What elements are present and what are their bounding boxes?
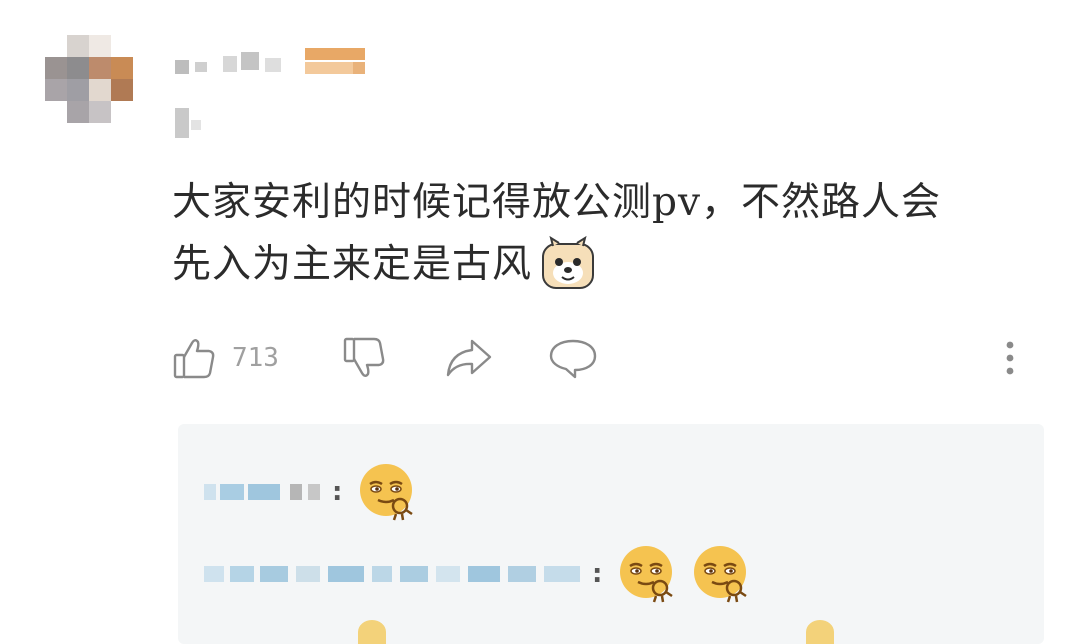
reply-item[interactable]: : xyxy=(204,544,764,604)
username-blurred[interactable] xyxy=(175,48,375,78)
post-meta-blurred xyxy=(175,106,205,138)
ok-hand-smirk-emoji xyxy=(360,464,414,521)
thumbs-up-icon xyxy=(173,339,215,379)
reply-item[interactable]: : xyxy=(204,462,430,522)
reply-separator: : xyxy=(332,477,343,507)
comment-action-bar: 713 xyxy=(172,330,1032,386)
reply-username-blurred[interactable] xyxy=(204,562,584,586)
comment-line-2: 先入为主来定是古风 xyxy=(172,234,1052,296)
reply-bubble-icon xyxy=(549,339,597,379)
comment-line-2-text: 先入为主来定是古风 xyxy=(172,242,533,287)
share-button[interactable] xyxy=(444,330,494,386)
thumbs-down-icon xyxy=(343,337,385,377)
comment-text: 大家安利的时候记得放公测pv，不然路人会 先入为主来定是古风 xyxy=(172,172,1052,296)
ok-hand-smirk-emoji xyxy=(694,546,748,603)
reply-username-blurred[interactable] xyxy=(204,480,324,504)
dislike-button[interactable] xyxy=(342,330,388,386)
reply-separator: : xyxy=(592,559,603,589)
share-arrow-icon xyxy=(446,339,492,377)
more-options-button[interactable] xyxy=(1002,330,1018,386)
comment-line-1: 大家安利的时候记得放公测pv，不然路人会 xyxy=(172,180,941,225)
avatar[interactable] xyxy=(45,35,133,123)
ok-hand-smirk-emoji xyxy=(620,546,674,603)
dog-face-emoji xyxy=(542,235,595,289)
like-count: 713 xyxy=(232,343,279,373)
like-button[interactable]: 713 xyxy=(172,330,279,386)
replies-panel: : : xyxy=(178,424,1044,644)
reply-button[interactable] xyxy=(548,330,598,386)
more-vertical-icon xyxy=(1006,341,1014,375)
